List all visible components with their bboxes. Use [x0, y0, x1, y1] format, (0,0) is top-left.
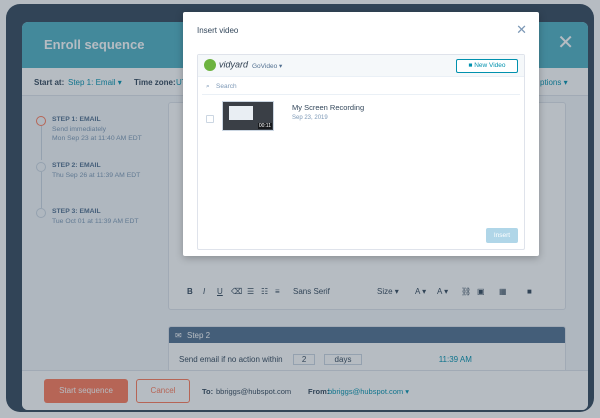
close-icon[interactable]: ✕ — [516, 23, 527, 36]
provider-select[interactable]: GoVideo ▾ — [252, 62, 282, 70]
video-checkbox[interactable] — [206, 115, 214, 123]
video-thumbnail: 00:11 — [222, 101, 274, 131]
insert-video-dialog: Insert video ✕ vidyard GoVideo ▾ ■ New V… — [183, 12, 539, 256]
video-search-input[interactable]: ⌕ Search — [202, 81, 520, 95]
new-video-button[interactable]: ■ New Video — [456, 59, 518, 73]
video-picker: vidyard GoVideo ▾ ■ New Video ⌕ Search 0… — [197, 54, 525, 250]
video-date: Sep 23, 2019 — [292, 115, 328, 121]
video-duration: 00:11 — [257, 123, 272, 129]
search-icon: ⌕ — [206, 83, 210, 90]
thumbnail-preview — [229, 106, 253, 120]
video-provider-bar: vidyard GoVideo ▾ ■ New Video — [198, 55, 524, 77]
search-placeholder: Search — [216, 83, 237, 90]
vidyard-leaf-icon — [204, 59, 216, 71]
vidyard-logo: vidyard — [204, 59, 248, 71]
dialog-title: Insert video — [197, 26, 239, 35]
list-item[interactable]: 00:11 My Screen Recording Sep 23, 2019 — [202, 101, 520, 137]
video-name: My Screen Recording — [292, 103, 365, 112]
insert-button[interactable]: Insert — [486, 228, 518, 243]
